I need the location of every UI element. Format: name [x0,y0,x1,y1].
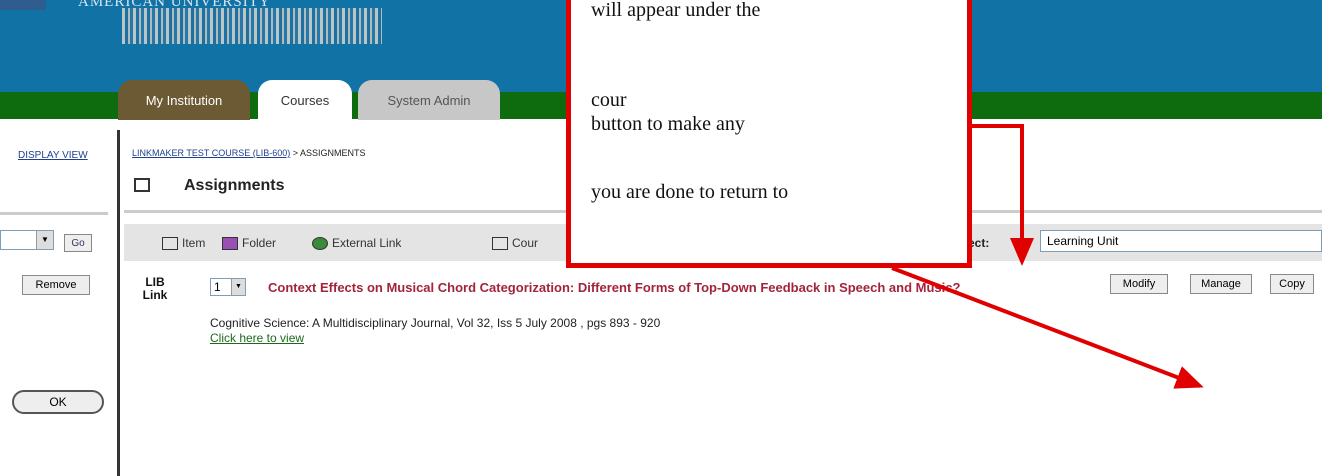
callout-arrow-diagonal [891,266,1204,389]
annotation-arrows [891,124,1204,389]
callout-arrow-down [968,124,1034,266]
